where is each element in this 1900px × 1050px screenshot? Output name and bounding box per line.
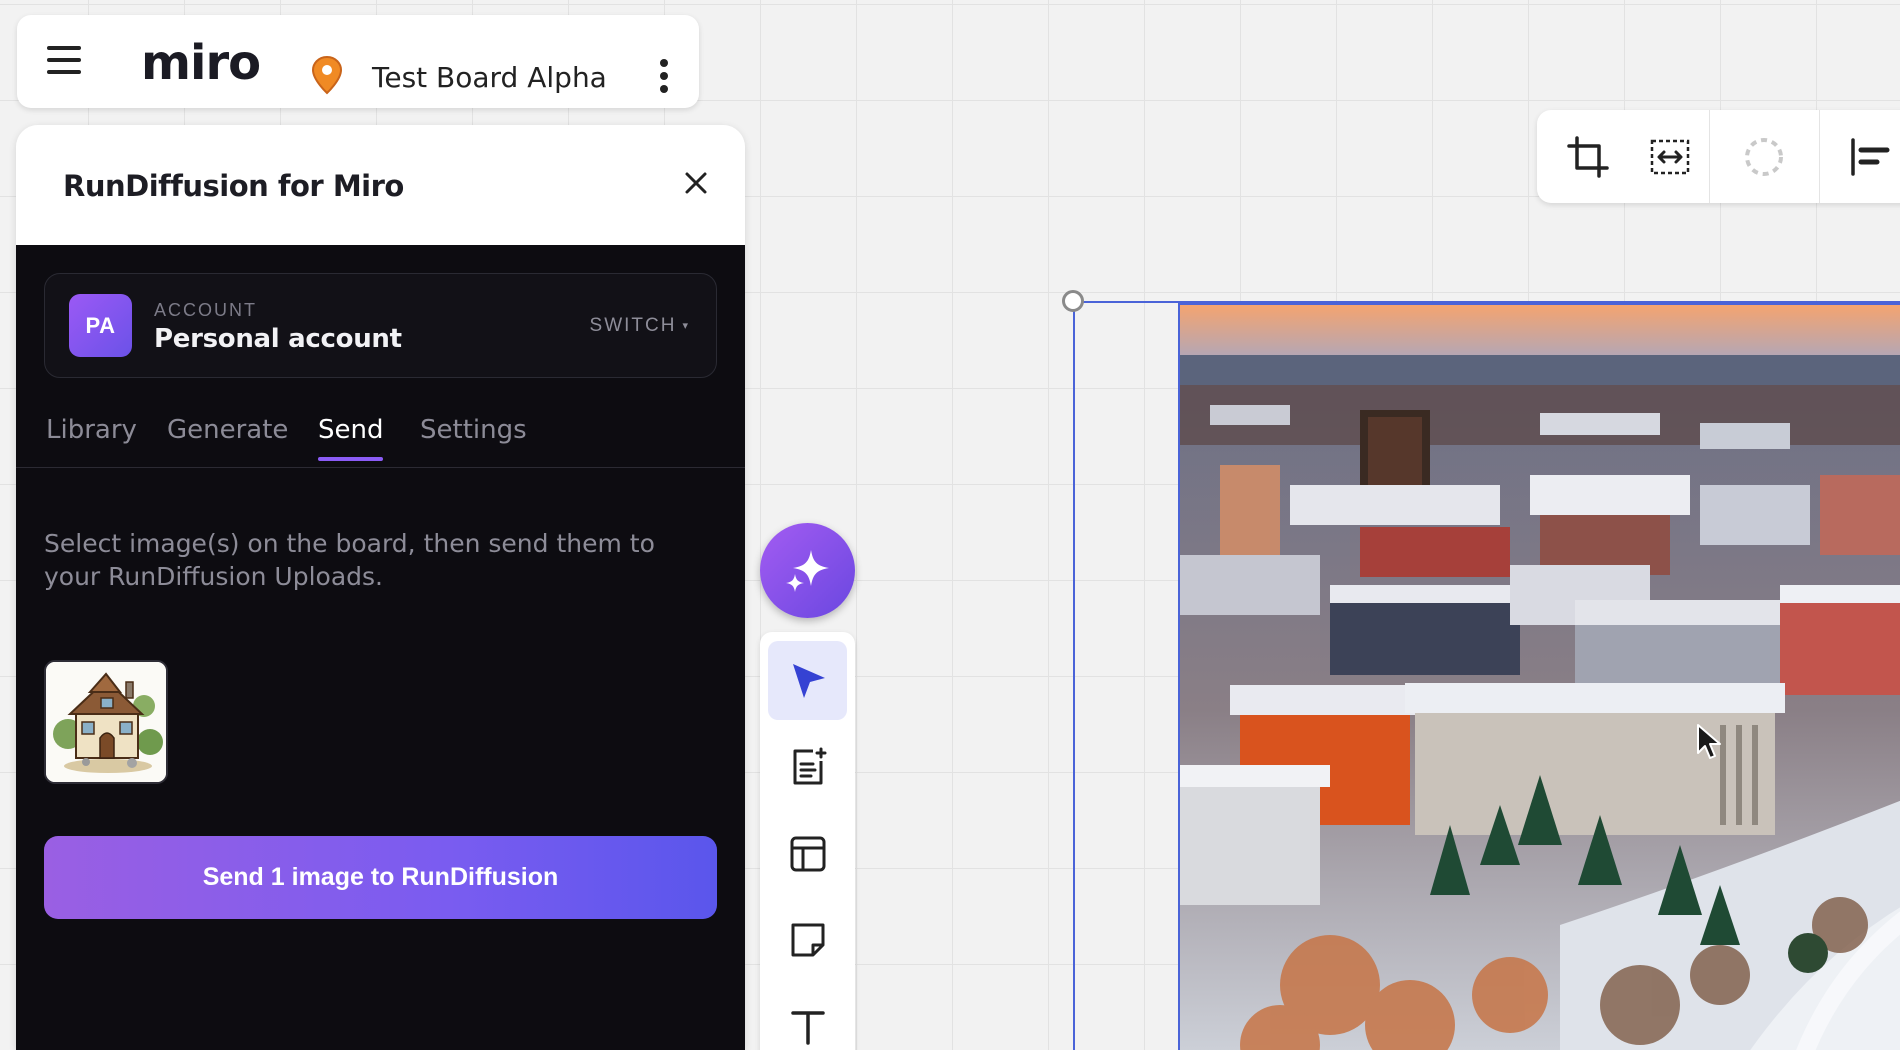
panel-header: RunDiffusion for Miro	[16, 125, 745, 245]
cursor-arrow-icon	[792, 663, 825, 698]
location-pin-icon	[311, 55, 343, 95]
document-add-icon	[793, 747, 826, 784]
more-vertical-icon[interactable]	[657, 59, 671, 99]
tab-library[interactable]: Library	[46, 415, 137, 461]
sparkle-icon	[785, 549, 829, 592]
tab-send[interactable]: Send	[318, 415, 384, 461]
board-image-city-aerial[interactable]	[1178, 303, 1900, 1050]
rotate-handle[interactable]	[1062, 290, 1084, 312]
board-title[interactable]: Test Board Alpha	[372, 61, 607, 94]
selected-image-thumbnail[interactable]	[44, 660, 168, 784]
miro-logo[interactable]: miro	[141, 35, 261, 91]
templates-tool[interactable]	[768, 814, 847, 893]
panel-title: RunDiffusion for Miro	[63, 169, 404, 203]
image-context-toolbar	[1537, 110, 1900, 203]
crop-icon[interactable]	[1565, 134, 1611, 180]
panel-tabs: Library Generate Send Settings	[16, 405, 745, 468]
account-card: PA ACCOUNT Personal account SWITCH ▾	[44, 273, 717, 378]
send-to-rundiffusion-button[interactable]: Send 1 image to RunDiffusion	[44, 836, 717, 919]
add-doc-tool[interactable]	[768, 727, 847, 806]
close-icon[interactable]	[679, 166, 713, 200]
align-left-icon[interactable]	[1847, 134, 1893, 180]
creation-toolbar	[760, 632, 855, 1050]
sticky-note-tool[interactable]	[768, 900, 847, 979]
select-tool[interactable]	[768, 641, 847, 720]
text-icon	[790, 1010, 825, 1045]
loading-spinner-icon	[1745, 138, 1783, 176]
menu-icon[interactable]	[47, 46, 81, 76]
text-tool[interactable]	[768, 986, 847, 1050]
city-aerial-image	[1180, 305, 1900, 1050]
fit-width-icon[interactable]	[1647, 134, 1693, 180]
cottage-image	[46, 662, 166, 782]
account-label: ACCOUNT	[154, 300, 257, 320]
board-topbar: miro Test Board Alpha	[17, 15, 699, 108]
tab-generate[interactable]: Generate	[167, 415, 288, 461]
panel-body: PA ACCOUNT Personal account SWITCH ▾ Libr…	[16, 245, 745, 1050]
send-instructions: Select image(s) on the board, then send …	[44, 529, 655, 591]
sticky-note-icon	[791, 923, 824, 956]
avatar: PA	[69, 294, 132, 357]
rundiffusion-panel: RunDiffusion for Miro PA ACCOUNT Persona…	[16, 125, 745, 1050]
account-name: Personal account	[154, 324, 402, 354]
chevron-down-icon: ▾	[682, 320, 690, 332]
ai-sparkle-button[interactable]	[760, 523, 855, 618]
switch-account-button[interactable]: SWITCH ▾	[590, 315, 690, 337]
switch-label: SWITCH	[589, 315, 677, 336]
mouse-cursor-icon	[1697, 724, 1721, 759]
tab-settings[interactable]: Settings	[420, 415, 527, 461]
layout-template-icon	[790, 836, 825, 871]
